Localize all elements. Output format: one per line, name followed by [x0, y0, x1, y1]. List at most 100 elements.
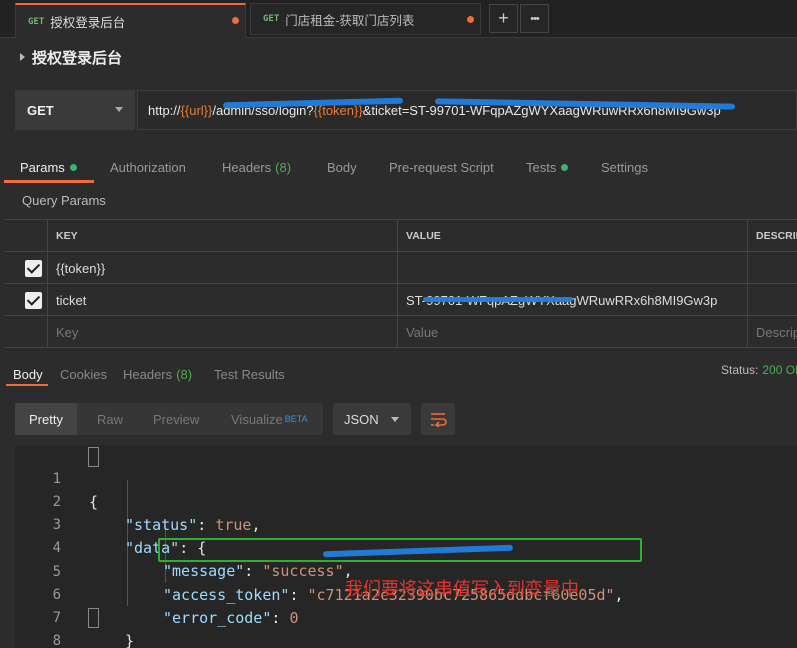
add-tab-button[interactable]: + [489, 4, 518, 33]
count-badge: (8) [176, 366, 193, 382]
view-pretty-button[interactable]: Pretty [15, 403, 77, 435]
code-line: 2 "status": true, [15, 468, 797, 534]
code-line: 8 } [15, 607, 797, 648]
response-tabs: Body Cookies Headers (8) Test Results [0, 360, 797, 390]
method-select[interactable]: GET [15, 90, 135, 130]
response-body-editor[interactable]: 1 { 2 "status": true, 3 "data": { 4 "mes… [15, 445, 797, 648]
tab-label: Test Results [214, 366, 285, 382]
query-params-label: Query Params [22, 193, 106, 208]
line-number: 8 [52, 633, 61, 648]
tab-label: Body [13, 366, 43, 382]
tab-body[interactable]: Body [327, 150, 357, 184]
request-title-bar: 授权登录后台 [0, 38, 797, 76]
tab-store-list[interactable]: GET 门店租金-获取门店列表 [250, 3, 481, 35]
checkbox[interactable] [25, 260, 42, 277]
tab-pre-request-script[interactable]: Pre-request Script [389, 150, 494, 184]
view-mode-group: Pretty Raw Preview Visualize BETA [15, 403, 323, 435]
tab-settings[interactable]: Settings [601, 150, 648, 184]
url-variable: {{url}} [180, 102, 213, 118]
count-badge: (8) [275, 159, 292, 175]
more-tabs-button[interactable]: ••• [520, 4, 549, 33]
tab-label: Headers [123, 366, 173, 382]
tab-label: Settings [601, 159, 648, 175]
checkbox[interactable] [25, 292, 42, 309]
format-value: JSON [344, 411, 379, 427]
header-cell [5, 220, 48, 252]
unsaved-dot-icon [467, 16, 474, 23]
value-input[interactable]: Value [398, 316, 748, 348]
url-prefix: http:// [148, 102, 181, 118]
tab-params[interactable]: Params [20, 150, 77, 184]
tab-cookies[interactable]: Cookies [60, 360, 107, 388]
redaction-scribble [423, 297, 573, 302]
active-tab-indicator [6, 384, 48, 386]
code-line: 4 "message": "success", [15, 514, 797, 580]
format-select[interactable]: JSON [333, 403, 411, 435]
annotation-text: 我们要将这串值写入到变量中 [345, 579, 579, 600]
wrap-lines-icon [431, 413, 447, 427]
token-highlight-box [158, 538, 642, 562]
table-row-new: Key Value Description [5, 316, 797, 348]
view-preview-button[interactable]: Preview [153, 403, 199, 435]
visualize-label: Visualize [231, 411, 283, 427]
plus-icon: + [498, 8, 509, 28]
wrap-lines-button[interactable] [421, 403, 455, 435]
tab-label: Cookies [60, 366, 107, 382]
chevron-down-icon [115, 107, 123, 112]
tab-label: Tests [526, 159, 557, 175]
method-value: GET [27, 102, 54, 118]
tab-label: 门店租金-获取门店列表 [285, 13, 415, 28]
header-cell: KEY [48, 220, 398, 252]
view-visualize-button[interactable]: Visualize BETA [231, 403, 308, 435]
tab-tests[interactable]: Tests [526, 150, 569, 184]
param-description[interactable] [748, 284, 797, 316]
url-bar: GET http://{{url}}/admin/sso/login? {{tok… [15, 90, 797, 130]
checkbox-cell [5, 316, 48, 348]
param-value[interactable] [398, 252, 748, 284]
header-cell: DESCRIPTION [756, 230, 797, 242]
key-input[interactable]: Key [48, 316, 398, 348]
tab-label: 授权登录后台 [50, 16, 126, 30]
table-row: ticket ST-99701-WFqpAZgWYXaagWRuwRRx6h8M… [5, 284, 797, 316]
beta-badge: BETA [284, 414, 308, 424]
tab-label: Authorization [110, 159, 186, 175]
table-row: {{token}} [5, 252, 797, 284]
url-input[interactable]: http://{{url}}/admin/sso/login? {{token}}… [137, 90, 797, 130]
tab-authorization[interactable]: Authorization [110, 150, 186, 184]
request-tabs: Params Authorization Headers (8) Body Pre… [0, 150, 797, 184]
unsaved-dot-icon [232, 17, 239, 24]
tab-method: GET [28, 16, 45, 27]
description-input[interactable]: Description [748, 316, 797, 348]
param-description[interactable] [748, 252, 797, 284]
caret-right-icon[interactable] [20, 53, 25, 61]
tab-label: Headers [222, 159, 272, 175]
tab-headers[interactable]: Headers (8) [222, 150, 291, 184]
param-key[interactable]: ticket [48, 284, 398, 316]
tab-method: GET [263, 14, 280, 24]
checkbox-cell [5, 284, 48, 316]
status-dot-icon [561, 163, 569, 171]
view-raw-button[interactable]: Raw [97, 403, 123, 435]
chevron-down-icon [391, 417, 399, 422]
tab-auth-login[interactable]: GET 授权登录后台 [15, 3, 246, 38]
code-line: 1 { [15, 445, 797, 511]
status-label: Status: [721, 363, 759, 377]
request-title[interactable]: 授权登录后台 [32, 47, 122, 68]
query-params-table: KEY VALUE DESCRIPTION {{token}} ticket S… [5, 219, 797, 348]
tab-label: Pre-request Script [389, 159, 494, 175]
table-header-row: KEY VALUE DESCRIPTION [5, 220, 797, 252]
status-value: 200 OK [762, 363, 797, 377]
tab-label: Body [327, 159, 357, 175]
param-key[interactable]: {{token}} [48, 252, 398, 284]
checkbox-cell [5, 252, 48, 284]
ellipsis-icon: ••• [530, 12, 540, 25]
response-status: Status:200 OK [721, 363, 797, 377]
line-text: } [125, 632, 135, 648]
tab-test-results[interactable]: Test Results [214, 360, 285, 388]
active-tab-indicator [4, 180, 94, 183]
tab-response-headers[interactable]: Headers (8) [123, 360, 192, 388]
code-line: 3 "data": { [15, 491, 797, 557]
status-dot-icon [69, 163, 77, 171]
tab-label: Params [20, 159, 65, 175]
header-cell: VALUE [398, 220, 748, 252]
